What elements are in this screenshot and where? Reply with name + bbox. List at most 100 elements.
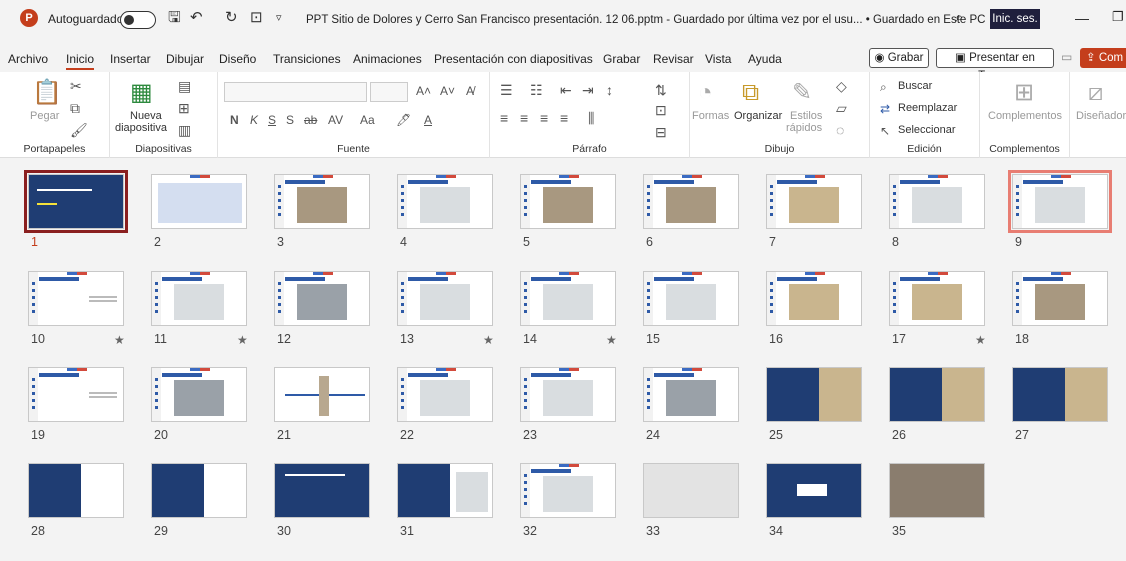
designer-icon[interactable]: ⧄ bbox=[1088, 80, 1103, 106]
slide-thumbnail-10[interactable] bbox=[28, 271, 124, 326]
slide-thumbnail-35[interactable] bbox=[889, 463, 985, 518]
bullets-icon[interactable]: ☰ bbox=[500, 82, 513, 98]
shadow-icon[interactable]: S bbox=[286, 112, 294, 128]
text-direction-icon[interactable]: ⇅ bbox=[655, 82, 667, 98]
slide-thumbnail-30[interactable] bbox=[274, 463, 370, 518]
paste-icon[interactable]: 📋 bbox=[32, 80, 62, 106]
quick-styles-label-2[interactable]: rápidos bbox=[786, 122, 822, 134]
replace-label[interactable]: Reemplazar bbox=[898, 102, 957, 114]
effects-icon[interactable]: ◌ bbox=[836, 122, 844, 138]
find-icon[interactable]: ⌕ bbox=[880, 79, 887, 95]
slide-thumbnail-6[interactable] bbox=[643, 174, 739, 229]
slide-thumbnail-8[interactable] bbox=[889, 174, 985, 229]
shapes-icon[interactable]: ◔ bbox=[698, 80, 713, 106]
case-icon[interactable]: Aa bbox=[360, 112, 375, 128]
reset-icon[interactable]: ⊞ bbox=[178, 100, 190, 116]
menu-diseno[interactable]: Diseño bbox=[219, 52, 256, 66]
font-color-icon[interactable]: A bbox=[424, 112, 432, 128]
slide-thumbnail-18[interactable] bbox=[1012, 271, 1108, 326]
slide-thumbnail-13[interactable] bbox=[397, 271, 493, 326]
justify-icon[interactable]: ≡ bbox=[560, 110, 568, 126]
slideshow-icon[interactable]: ⊡ bbox=[250, 8, 263, 28]
search-icon[interactable]: ⌕ bbox=[955, 9, 963, 26]
slide-thumbnail-16[interactable] bbox=[766, 271, 862, 326]
menu-transiciones[interactable]: Transiciones bbox=[273, 52, 341, 66]
menu-ayuda[interactable]: Ayuda bbox=[748, 52, 782, 66]
slide-thumbnail-15[interactable] bbox=[643, 271, 739, 326]
save-icon[interactable]: 🖫 bbox=[168, 8, 181, 28]
slide-thumbnail-3[interactable] bbox=[274, 174, 370, 229]
quick-styles-label[interactable]: Estilos bbox=[790, 110, 822, 122]
new-slide-label[interactable]: Nueva bbox=[130, 110, 162, 122]
font-size-input[interactable] bbox=[370, 82, 408, 102]
slide-thumbnail-33[interactable] bbox=[643, 463, 739, 518]
highlight-icon[interactable]: 🖊 bbox=[396, 112, 411, 128]
select-icon[interactable]: ↖ bbox=[880, 123, 890, 139]
numbering-icon[interactable]: ☷ bbox=[530, 82, 543, 98]
slide-thumbnail-24[interactable] bbox=[643, 367, 739, 422]
align-text-icon[interactable]: ⊡ bbox=[655, 102, 667, 118]
format-painter-icon[interactable]: 🖌 bbox=[70, 122, 88, 138]
slide-thumbnail-28[interactable] bbox=[28, 463, 124, 518]
document-title[interactable]: PPT Sitio de Dolores y Cerro San Francis… bbox=[306, 12, 997, 26]
slide-thumbnail-4[interactable] bbox=[397, 174, 493, 229]
arrange-icon[interactable]: ⧉ bbox=[742, 80, 759, 106]
designer-label[interactable]: Diseñador bbox=[1076, 110, 1126, 122]
fill-icon[interactable]: ◇ bbox=[836, 78, 847, 94]
replace-icon[interactable]: ⇄ bbox=[880, 101, 890, 117]
menu-presentacion[interactable]: Presentación con diapositivas bbox=[434, 52, 593, 66]
paste-label[interactable]: Pegar bbox=[30, 110, 59, 122]
slide-thumbnail-23[interactable] bbox=[520, 367, 616, 422]
minimize-icon[interactable]: — bbox=[1075, 10, 1089, 26]
outline-icon[interactable]: ▱ bbox=[836, 100, 847, 116]
quick-styles-icon[interactable]: ✎ bbox=[792, 80, 812, 106]
addins-icon[interactable]: ⊞ bbox=[1014, 80, 1034, 106]
record-button[interactable]: ◉ Grabar bbox=[869, 48, 929, 68]
find-label[interactable]: Buscar bbox=[898, 80, 932, 92]
menu-inicio[interactable]: Inicio bbox=[66, 52, 95, 70]
customize-toolbar-icon[interactable]: ▿ bbox=[276, 8, 282, 28]
slide-thumbnail-20[interactable] bbox=[151, 367, 247, 422]
menu-archivo[interactable]: Archivo bbox=[8, 52, 48, 66]
layout-icon[interactable]: ▤ bbox=[178, 78, 191, 94]
slide-thumbnail-21[interactable] bbox=[274, 367, 370, 422]
slide-thumbnail-29[interactable] bbox=[151, 463, 247, 518]
new-slide-icon[interactable]: ▦ bbox=[130, 80, 153, 106]
select-label[interactable]: Seleccionar bbox=[898, 124, 955, 136]
slide-thumbnail-31[interactable] bbox=[397, 463, 493, 518]
autosave-toggle[interactable] bbox=[120, 11, 156, 29]
copy-icon[interactable]: ⧉ bbox=[70, 100, 80, 116]
addins-label[interactable]: Complementos bbox=[988, 110, 1062, 122]
shrink-font-icon[interactable]: A˅ bbox=[440, 83, 455, 99]
menu-grabar[interactable]: Grabar bbox=[603, 52, 640, 66]
menu-insertar[interactable]: Insertar bbox=[110, 52, 151, 66]
undo-icon[interactable]: ↶ bbox=[190, 8, 203, 28]
slide-thumbnail-34[interactable] bbox=[766, 463, 862, 518]
slide-thumbnail-14[interactable] bbox=[520, 271, 616, 326]
cut-icon[interactable]: ✂ bbox=[70, 78, 82, 94]
section-icon[interactable]: ▥ bbox=[178, 122, 191, 138]
slide-thumbnail-1[interactable] bbox=[24, 170, 128, 233]
slide-thumbnail-12[interactable] bbox=[274, 271, 370, 326]
slide-thumbnail-7[interactable] bbox=[766, 174, 862, 229]
menu-revisar[interactable]: Revisar bbox=[653, 52, 694, 66]
line-spacing-icon[interactable]: ↕ bbox=[606, 82, 613, 98]
font-name-input[interactable] bbox=[224, 82, 367, 102]
slide-thumbnail-22[interactable] bbox=[397, 367, 493, 422]
decrease-indent-icon[interactable]: ⇤ bbox=[560, 82, 572, 98]
new-slide-label-2[interactable]: diapositiva bbox=[115, 122, 167, 134]
slide-thumbnail-26[interactable] bbox=[889, 367, 985, 422]
increase-indent-icon[interactable]: ⇥ bbox=[582, 82, 594, 98]
slide-thumbnail-5[interactable] bbox=[520, 174, 616, 229]
redo-icon[interactable]: ↻ bbox=[225, 8, 238, 28]
italic-icon[interactable]: K bbox=[250, 112, 258, 128]
shapes-label[interactable]: Formas bbox=[692, 110, 729, 122]
grow-font-icon[interactable]: A˄ bbox=[416, 83, 431, 99]
menu-animaciones[interactable]: Animaciones bbox=[353, 52, 422, 66]
present-in-teams-button[interactable]: ▣ Presentar en Teams bbox=[936, 48, 1054, 82]
smartart-icon[interactable]: ⊟ bbox=[655, 124, 667, 140]
slide-thumbnail-2[interactable] bbox=[151, 174, 247, 229]
bold-icon[interactable]: N bbox=[230, 112, 239, 128]
spacing-icon[interactable]: AV bbox=[328, 112, 343, 128]
underline-icon[interactable]: S bbox=[268, 112, 276, 128]
